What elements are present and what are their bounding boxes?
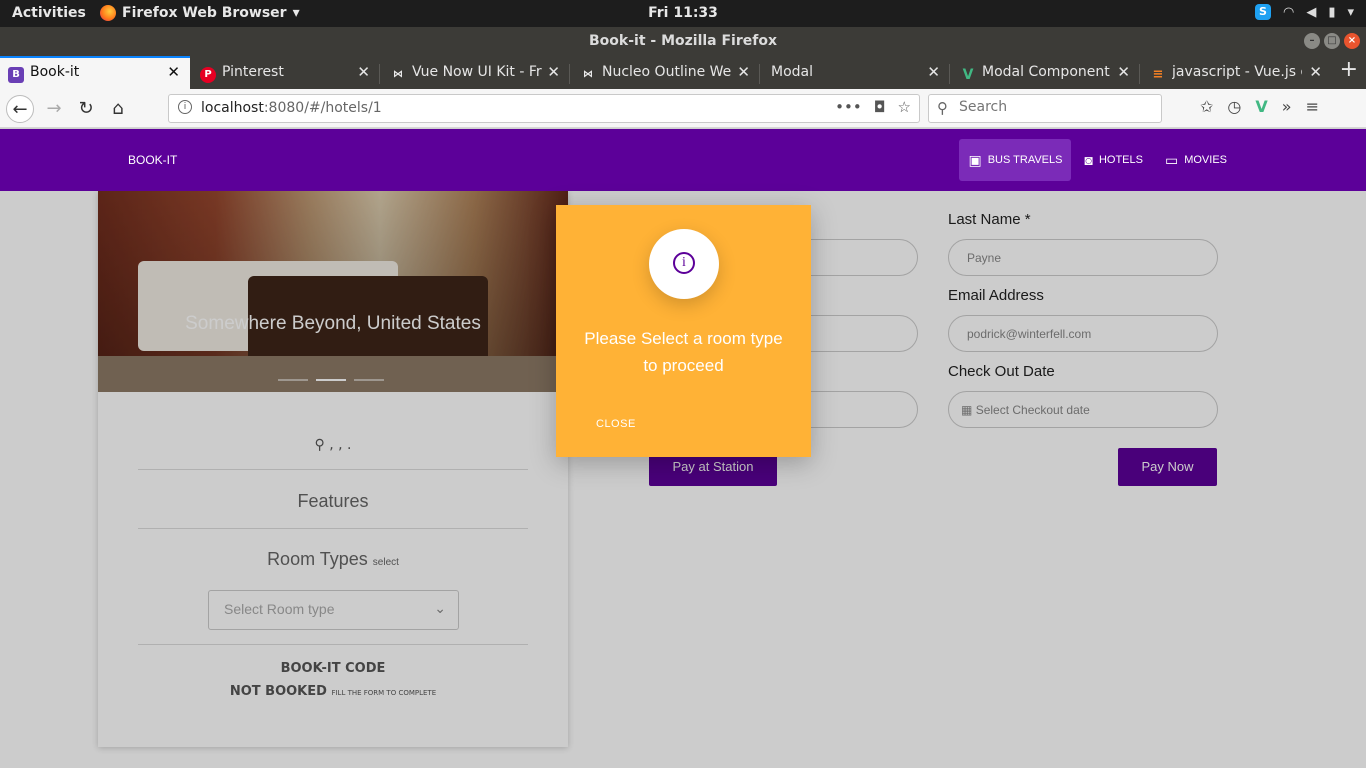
app-menu-label: Firefox Web Browser: [122, 5, 287, 21]
pinterest-favicon: P: [200, 67, 216, 83]
caret-down-icon: ▾: [292, 5, 300, 21]
tab-stackoverflow[interactable]: ≡ javascript - Vue.js o ✕: [1142, 58, 1332, 89]
power-menu-icon[interactable]: ▾: [1347, 5, 1354, 20]
tab-label: Modal Component: [982, 64, 1110, 80]
url-bar[interactable]: i localhost:8080/#/hotels/1 ••• ◘ ☆: [168, 94, 920, 123]
info-icon: i: [673, 252, 695, 274]
tab-book-it[interactable]: B Book-it ✕: [0, 56, 190, 89]
nav-hotels[interactable]: ◙ HOTELS: [1075, 139, 1151, 181]
camera-icon: ◙: [1084, 152, 1093, 168]
tab-label: Pinterest: [222, 64, 284, 80]
back-icon[interactable]: ←: [6, 95, 34, 123]
site-navbar: BOOK-IT ▣ BUS TRAVELS ◙ HOTELS ▭ MOVIES: [0, 129, 1366, 191]
search-icon: ⚲: [937, 99, 948, 117]
nav-bus-travels[interactable]: ▣ BUS TRAVELS: [959, 139, 1072, 181]
bus-icon: ▣: [968, 151, 982, 168]
tab-label: Book-it: [30, 64, 80, 80]
forward-icon[interactable]: →: [40, 95, 68, 123]
minimize-icon[interactable]: –: [1304, 33, 1320, 49]
search-input[interactable]: [959, 99, 1149, 115]
close-tab-icon[interactable]: ✕: [1117, 63, 1130, 81]
nav-movies[interactable]: ▭ MOVIES: [1156, 139, 1236, 181]
wifi-icon[interactable]: ◠: [1283, 5, 1294, 20]
vue-favicon: V: [962, 67, 974, 83]
tab-vue-now-ui-kit[interactable]: ⋈ Vue Now UI Kit - Fre ✕: [382, 58, 570, 89]
toolbar-icons: ✩ ◷ V » ≡: [1200, 97, 1319, 116]
close-window-icon[interactable]: ×: [1344, 33, 1360, 49]
modal-icon-circle: i: [649, 229, 719, 299]
volume-icon[interactable]: ◀: [1306, 5, 1316, 20]
close-tab-icon[interactable]: ✕: [167, 63, 180, 81]
window-titlebar: Book-it - Mozilla Firefox – □ ×: [0, 27, 1366, 55]
activities-button[interactable]: Activities: [12, 5, 86, 21]
tab-modal-component[interactable]: V Modal Component ✕: [952, 58, 1140, 89]
tab-label: Modal: [771, 64, 813, 80]
app-menu[interactable]: Firefox Web Browser ▾: [100, 5, 300, 21]
overflow-chevron-icon[interactable]: »: [1282, 97, 1292, 116]
bowtie-favicon: ⋈: [393, 69, 403, 80]
system-top-panel: Activities Firefox Web Browser ▾ Fri 11:…: [0, 0, 1366, 27]
system-tray: S ◠ ◀ ▮ ▾: [1254, 4, 1354, 20]
modal-message: Please Select a room type to proceed: [584, 329, 783, 375]
tab-modal[interactable]: Modal ✕: [762, 58, 950, 89]
tab-label: Nucleo Outline Web: [602, 64, 732, 80]
maximize-icon[interactable]: □: [1324, 33, 1340, 49]
bookmarks-icon[interactable]: ✩: [1200, 97, 1213, 116]
bookmark-star-icon[interactable]: ☆: [898, 98, 911, 116]
tab-strip: B Book-it ✕ P Pinterest ✕ ⋈ Vue Now UI K…: [0, 55, 1366, 89]
bowtie-favicon: ⋈: [583, 69, 593, 80]
navigation-toolbar: ← → ↻ ⌂ i localhost:8080/#/hotels/1 ••• …: [0, 89, 1366, 128]
tab-label: javascript - Vue.js o: [1172, 64, 1302, 80]
skype-icon[interactable]: S: [1254, 4, 1271, 20]
reload-icon[interactable]: ↻: [72, 95, 100, 123]
site-brand[interactable]: BOOK-IT: [128, 153, 177, 167]
url-text[interactable]: localhost:8080/#/hotels/1: [201, 100, 382, 116]
hamburger-menu-icon[interactable]: ≡: [1306, 97, 1319, 116]
booking-favicon: B: [8, 67, 24, 83]
page-actions-icon[interactable]: •••: [835, 98, 862, 116]
stackoverflow-favicon: ≡: [1152, 67, 1164, 82]
firefox-icon: [100, 5, 116, 21]
site-info-icon[interactable]: i: [178, 100, 192, 114]
battery-icon[interactable]: ▮: [1328, 5, 1335, 20]
tab-label: Vue Now UI Kit - Fre: [412, 64, 542, 80]
close-tab-icon[interactable]: ✕: [927, 63, 940, 81]
close-tab-icon[interactable]: ✕: [547, 63, 560, 81]
close-tab-icon[interactable]: ✕: [357, 63, 370, 81]
home-icon[interactable]: ⌂: [104, 95, 132, 123]
close-tab-icon[interactable]: ✕: [737, 63, 750, 81]
web-page: BOOK-IT ▣ BUS TRAVELS ◙ HOTELS ▭ MOVIES …: [0, 129, 1366, 768]
tab-pinterest[interactable]: P Pinterest ✕: [192, 58, 380, 89]
new-tab-icon[interactable]: +: [1340, 57, 1358, 82]
search-bar[interactable]: ⚲: [928, 94, 1162, 123]
window-title: Book-it - Mozilla Firefox: [589, 33, 777, 49]
info-modal: i Please Select a room type to proceed C…: [556, 205, 811, 457]
pocket-icon[interactable]: ◘: [874, 98, 886, 116]
window-controls: – □ ×: [1304, 33, 1360, 49]
modal-close-button[interactable]: CLOSE: [596, 418, 636, 430]
vue-devtools-icon[interactable]: V: [1255, 97, 1267, 116]
monitor-icon: ▭: [1164, 151, 1179, 168]
tab-nucleo[interactable]: ⋈ Nucleo Outline Web ✕: [572, 58, 760, 89]
close-tab-icon[interactable]: ✕: [1309, 63, 1322, 81]
history-icon[interactable]: ◷: [1227, 97, 1241, 116]
